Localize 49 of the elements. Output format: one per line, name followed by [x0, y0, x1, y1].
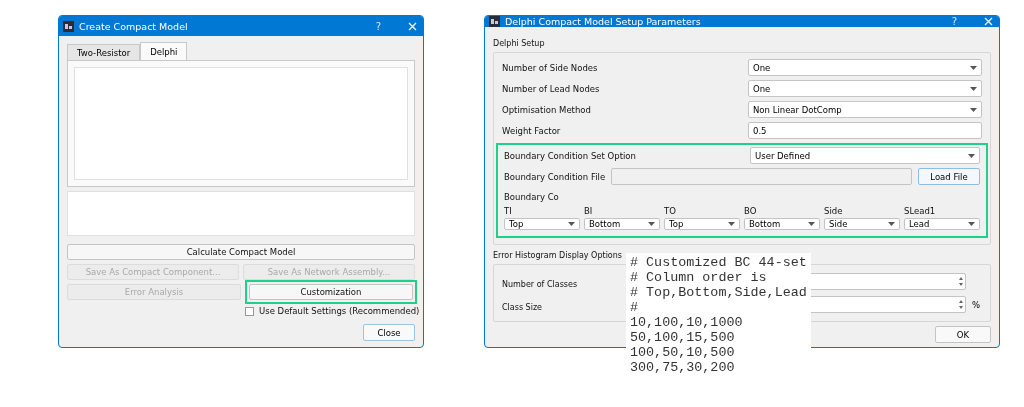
code-line: #: [630, 300, 640, 315]
column-header: TO: [664, 206, 676, 216]
field-label: Number of Classes: [502, 280, 578, 289]
code-line: # Top,Bottom,Side,Lead: [630, 285, 807, 300]
checkbox-label: Use Default Settings (Recommended): [259, 306, 420, 316]
ok-button[interactable]: OK: [935, 326, 991, 343]
help-button[interactable]: ?: [375, 20, 381, 32]
section-title: Delphi Setup: [493, 39, 545, 48]
window-title: Delphi Compact Model Setup Parameters: [505, 16, 702, 27]
code-line: # Column order is: [630, 270, 768, 285]
field-label: Boundary Condition Set Option: [504, 150, 637, 161]
field-label: Boundary Condition File: [504, 171, 606, 182]
code-line: 50,100,15,500: [630, 330, 736, 345]
dropdown[interactable]: Bottom: [584, 218, 660, 230]
dropdown[interactable]: One: [748, 80, 982, 97]
column-header: BI: [584, 206, 593, 216]
field-label: Boundary Co: [504, 192, 559, 202]
tab[interactable]: Two-Resistor: [67, 44, 141, 60]
dropdown[interactable]: Side: [824, 218, 900, 230]
column-header: TI: [504, 206, 512, 216]
section-title: Error Histogram Display Options: [493, 251, 622, 260]
close-button[interactable]: Close: [363, 324, 415, 341]
dropdown[interactable]: Top: [504, 218, 580, 230]
dropdown[interactable]: Lead: [904, 218, 980, 230]
code-line: 300,75,30,200: [630, 360, 736, 375]
field-label: Optimisation Method: [502, 104, 592, 115]
dropdown[interactable]: Non Linear DotComp: [748, 101, 982, 118]
input-field[interactable]: 0.5: [748, 122, 982, 139]
dropdown[interactable]: One: [748, 59, 982, 76]
window-title: Create Compact Model: [79, 20, 189, 32]
field-label: Number of Side Nodes: [502, 62, 599, 73]
action-button[interactable]: Calculate Compact Model: [67, 244, 415, 260]
help-button[interactable]: ?: [951, 16, 957, 27]
column-header: Side: [824, 206, 843, 216]
field-label: Class Size: [502, 303, 542, 312]
dropdown[interactable]: Bottom: [744, 218, 820, 230]
field-label: Number of Lead Nodes: [502, 83, 601, 94]
load-file-button[interactable]: Load File: [918, 168, 980, 185]
tab[interactable]: Delphi: [140, 42, 188, 60]
column-header: SLead1: [904, 206, 936, 216]
dropdown[interactable]: User Defined: [750, 147, 980, 164]
dropdown[interactable]: Top: [664, 218, 740, 230]
field-label: Weight Factor: [502, 125, 562, 136]
unit-label: %: [972, 299, 982, 310]
action-button[interactable]: Customization: [249, 284, 413, 300]
column-header: BO: [744, 206, 757, 216]
code-line: # Customized BC 44-set: [630, 255, 807, 270]
code-line: 100,50,10,500: [630, 345, 736, 360]
code-line: 10,100,10,1000: [630, 315, 744, 330]
